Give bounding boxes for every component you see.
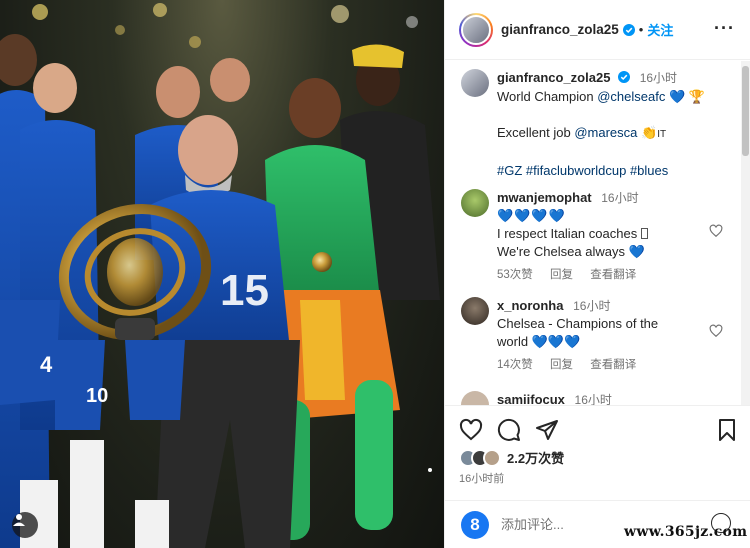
comment-item: samiifocux 16小时 (497, 391, 717, 405)
comment-time: 16小时 (573, 299, 611, 313)
comment-like-heart-icon[interactable] (709, 324, 723, 338)
comment-time: 16小时 (601, 191, 639, 205)
likes-summary[interactable]: 2.2万次赞 (459, 448, 564, 467)
share-icon[interactable] (535, 418, 559, 442)
comment-text-line2: world (497, 334, 529, 349)
comment-avatar[interactable] (461, 189, 489, 217)
comment-icon[interactable] (497, 418, 521, 442)
blue-heart-icon: 💙💙💙 (531, 334, 581, 349)
svg-text:4: 4 (40, 352, 53, 377)
comment-username[interactable]: x_noronha (497, 298, 563, 313)
caption-avatar[interactable] (461, 69, 489, 97)
comment-hearts: 💙💙💙💙 (497, 208, 566, 223)
caption-time: 16小时 (639, 71, 678, 85)
mention-chelseafc[interactable]: @chelseafc (597, 89, 665, 104)
blue-heart-icon: 💙 (628, 244, 645, 259)
heart-icon[interactable] (459, 418, 483, 442)
verified-badge-icon (622, 23, 635, 36)
likes-count[interactable]: 2.2万次赞 (507, 448, 564, 467)
reply-button[interactable]: 回复 (550, 359, 573, 371)
user-icon[interactable] (12, 512, 38, 538)
watermark: www.365jz.com (624, 524, 748, 540)
comment-text-line2: We're Chelsea always (497, 244, 625, 259)
clap-icon: 👏 (641, 125, 658, 140)
translate-button[interactable]: 查看翻译 (590, 269, 636, 281)
verified-badge-icon (618, 71, 631, 83)
caption-line2-suffix: IT (657, 129, 667, 140)
svg-text:10: 10 (86, 385, 108, 407)
caption-hashtags[interactable]: #GZ #fifaclubworldcup #blues (497, 162, 717, 180)
missing-glyph-icon (640, 228, 648, 239)
comment-item: x_noronha 16小时 Chelsea - Champions of th… (497, 297, 717, 374)
comment-avatar[interactable] (461, 297, 489, 325)
comment-username[interactable]: samiifocux (497, 392, 565, 405)
comment-item: mwanjemophat 16小时 💙💙💙💙 I respect Italian… (497, 189, 717, 284)
comment-text-line1: I respect Italian coaches (497, 226, 641, 241)
caption-line1-text: World Champion (497, 89, 598, 104)
more-options-icon[interactable]: ··· (714, 18, 735, 39)
trophy-icon: 🏆 (688, 89, 705, 104)
post-photo[interactable]: 15 4 10 (0, 0, 444, 548)
svg-text:15: 15 (220, 266, 269, 315)
comment-text-line1: Chelsea - Champions of the (497, 316, 659, 331)
comment-likes[interactable]: 14次赞 (497, 359, 533, 371)
caption: gianfranco_zola25 16小时 World Champion @c… (497, 69, 717, 180)
reply-button[interactable]: 回复 (550, 269, 573, 281)
mention-maresca[interactable]: @maresca (574, 125, 637, 140)
blue-heart-icon: 💙 (668, 89, 686, 104)
action-bar: 2.2万次赞 16小时前 (445, 405, 750, 505)
post-timestamp: 16小时前 (459, 473, 505, 485)
liker-avatar (483, 448, 501, 467)
comment-time: 16小时 (574, 393, 612, 405)
bookmark-icon[interactable] (715, 418, 739, 442)
comment-username[interactable]: mwanjemophat (497, 190, 592, 205)
comment-avatar[interactable] (461, 391, 489, 405)
comments-list[interactable]: gianfranco_zola25 16小时 World Champion @c… (445, 61, 750, 405)
author-avatar[interactable] (459, 12, 493, 47)
follow-button[interactable]: 关注 (647, 20, 673, 39)
comment-likes[interactable]: 53次赞 (497, 269, 533, 281)
comments-scroll-thumb[interactable] (742, 66, 749, 156)
photo-illustration: 15 4 10 (0, 3, 440, 548)
author-username[interactable]: gianfranco_zola25 (501, 22, 619, 37)
post-header: gianfranco_zola25 • 关注 ··· (445, 0, 750, 60)
separator-dot: • (638, 22, 644, 37)
comment-like-heart-icon[interactable] (709, 224, 723, 238)
translate-button[interactable]: 查看翻译 (590, 359, 636, 371)
post-side-panel: gianfranco_zola25 • 关注 ··· gianfranco_zo… (444, 0, 750, 548)
emoji-button[interactable]: 8 (461, 511, 489, 539)
caption-line2-text: Excellent job (497, 125, 575, 140)
caption-username[interactable]: gianfranco_zola25 (497, 70, 610, 85)
